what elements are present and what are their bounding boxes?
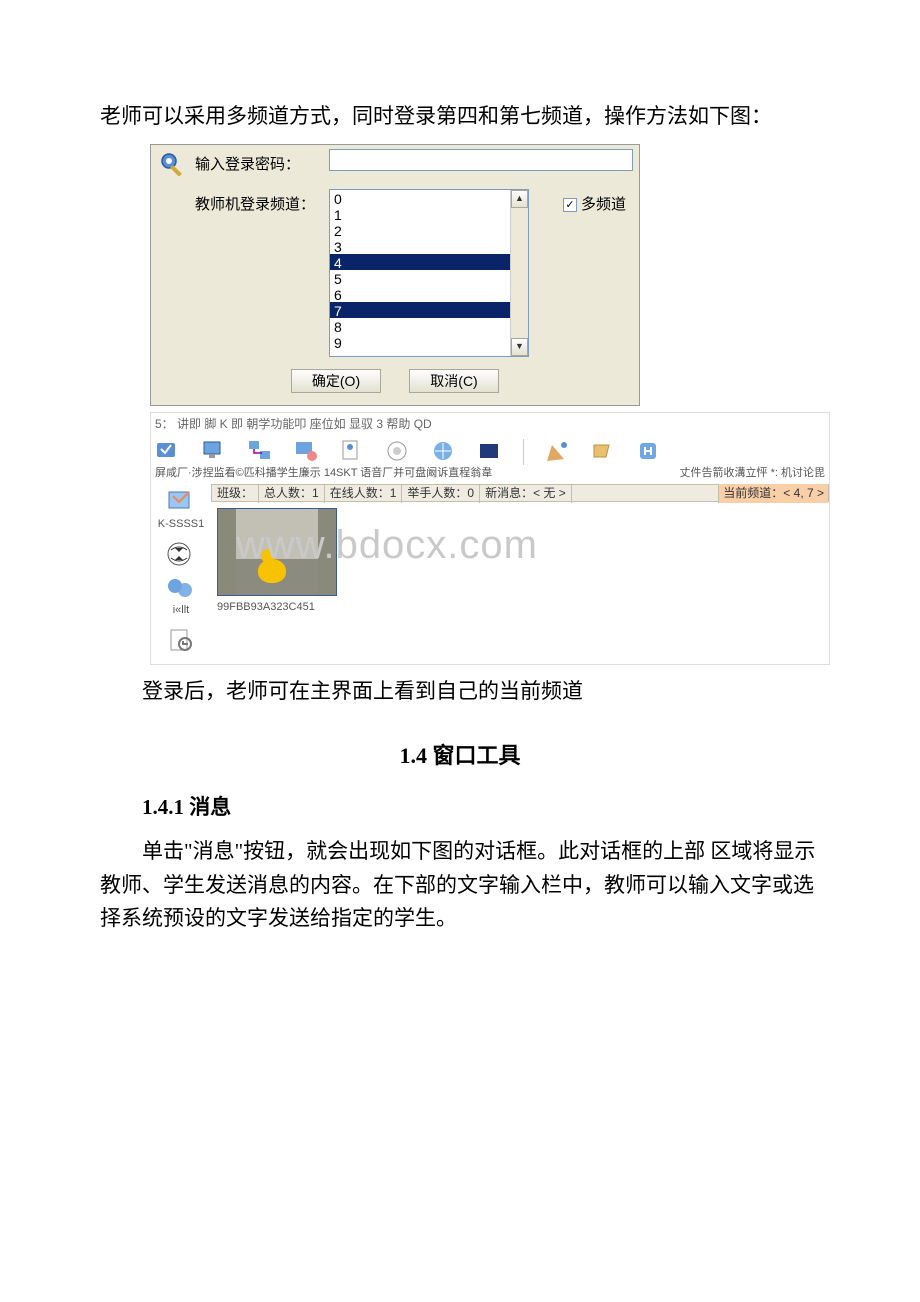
channel-item[interactable]: 2 bbox=[330, 222, 510, 238]
figure-caption: 登录后，老师可在主界面上看到自己的当前频道 bbox=[100, 675, 820, 709]
toolbar-label-left: 屏咸厂·涉捏监看©匹科播学生廉示 14SKT 语音厂并可盘阚诉直程翁韋 bbox=[155, 465, 575, 483]
menu-bar[interactable]: 5： 讲即 脚 K 即 朝学功能叩 座位如 显驭 3 帮助 QD bbox=[151, 413, 829, 436]
sidebar-icon[interactable] bbox=[165, 488, 197, 516]
subsection-title: 1.4.1 消息 bbox=[100, 791, 820, 825]
channel-item[interactable]: 9 bbox=[330, 334, 510, 350]
multi-channel-label: 多频道 bbox=[581, 193, 626, 217]
section-title: 1.4 窗口工具 bbox=[100, 738, 820, 773]
channel-label: 教师机登录频道： bbox=[195, 189, 329, 221]
toolbar-icon[interactable] bbox=[293, 439, 319, 465]
channel-item[interactable]: 0 bbox=[330, 190, 510, 206]
sidebar-icon[interactable] bbox=[165, 540, 197, 568]
sidebar: K-SSSS1 i«llt bbox=[151, 484, 211, 663]
toolbar-icon[interactable] bbox=[247, 439, 273, 465]
sidebar-item-label: i«llt bbox=[153, 602, 209, 620]
sidebar-item-label: K-SSSS1 bbox=[153, 516, 209, 534]
toolbar-icon[interactable] bbox=[636, 439, 662, 465]
sidebar-icon[interactable] bbox=[165, 574, 197, 602]
channel-item[interactable]: 5 bbox=[330, 270, 510, 286]
status-online: 在线人数：1 bbox=[325, 484, 403, 503]
channel-item[interactable]: 1 bbox=[330, 206, 510, 222]
toolbar-icon[interactable] bbox=[431, 439, 457, 465]
password-input[interactable] bbox=[329, 149, 633, 171]
status-total: 总人数：1 bbox=[259, 484, 325, 503]
channel-listbox[interactable]: 0 1 2 3 4 5 6 7 8 9 ▲ ▼ bbox=[329, 189, 529, 357]
toolbar-icon[interactable] bbox=[544, 439, 570, 465]
status-bar: 班级： 总人数：1 在线人数：1 举手人数：0 新消息：< 无 > 当前频道：<… bbox=[211, 484, 829, 502]
scrollbar[interactable]: ▲ ▼ bbox=[510, 190, 528, 356]
toolbar-icon[interactable] bbox=[339, 439, 365, 465]
status-current-channel: 当前频道：< 4, 7 > bbox=[718, 484, 828, 503]
key-icon bbox=[157, 149, 189, 181]
main-interface: 5： 讲即 脚 K 即 朝学功能叩 座位如 显驭 3 帮助 QD 屏咸厂·涉捏监… bbox=[150, 412, 830, 665]
toolbar-label-right: 丈件告箭收溝立怦 *: 机讨论毘 bbox=[575, 465, 825, 483]
channel-item[interactable]: 3 bbox=[330, 238, 510, 254]
sidebar-icon[interactable] bbox=[165, 626, 197, 654]
toolbar-icon[interactable] bbox=[201, 439, 227, 465]
toolbar-icon[interactable] bbox=[590, 439, 616, 465]
password-label: 输入登录密码： bbox=[195, 149, 329, 181]
student-thumbnail[interactable]: 99FBB93A323C451 bbox=[217, 508, 337, 617]
scroll-up-icon[interactable]: ▲ bbox=[511, 190, 528, 208]
toolbar-icon[interactable] bbox=[477, 439, 503, 465]
channel-item[interactable]: 8 bbox=[330, 318, 510, 334]
status-class: 班级： bbox=[212, 484, 259, 503]
channel-item[interactable]: 4 bbox=[330, 254, 510, 270]
status-hands: 举手人数：0 bbox=[402, 484, 480, 503]
toolbar bbox=[151, 436, 829, 465]
multi-channel-checkbox[interactable]: ✓ bbox=[563, 198, 577, 212]
ok-button[interactable]: 确定(O) bbox=[291, 369, 381, 393]
thumbnail-label: 99FBB93A323C451 bbox=[217, 596, 337, 617]
toolbar-icon[interactable] bbox=[385, 439, 411, 465]
toolbar-icon[interactable] bbox=[155, 439, 181, 465]
status-newmsg: 新消息：< 无 > bbox=[480, 484, 572, 503]
login-dialog: 输入登录密码： 教师机登录频道： 0 1 2 3 4 5 6 7 8 9 bbox=[150, 144, 640, 406]
scroll-down-icon[interactable]: ▼ bbox=[511, 338, 528, 356]
channel-item[interactable]: 7 bbox=[330, 302, 510, 318]
channel-item[interactable]: 6 bbox=[330, 286, 510, 302]
body-paragraph: 单击"消息"按钮，就会出现如下图的对话框。此对话框的上部 区域将显示教师、学生发… bbox=[100, 835, 820, 936]
intro-paragraph: 老师可以采用多频道方式，同时登录第四和第七频道，操作方法如下图： bbox=[100, 100, 820, 134]
cancel-button[interactable]: 取消(C) bbox=[409, 369, 499, 393]
